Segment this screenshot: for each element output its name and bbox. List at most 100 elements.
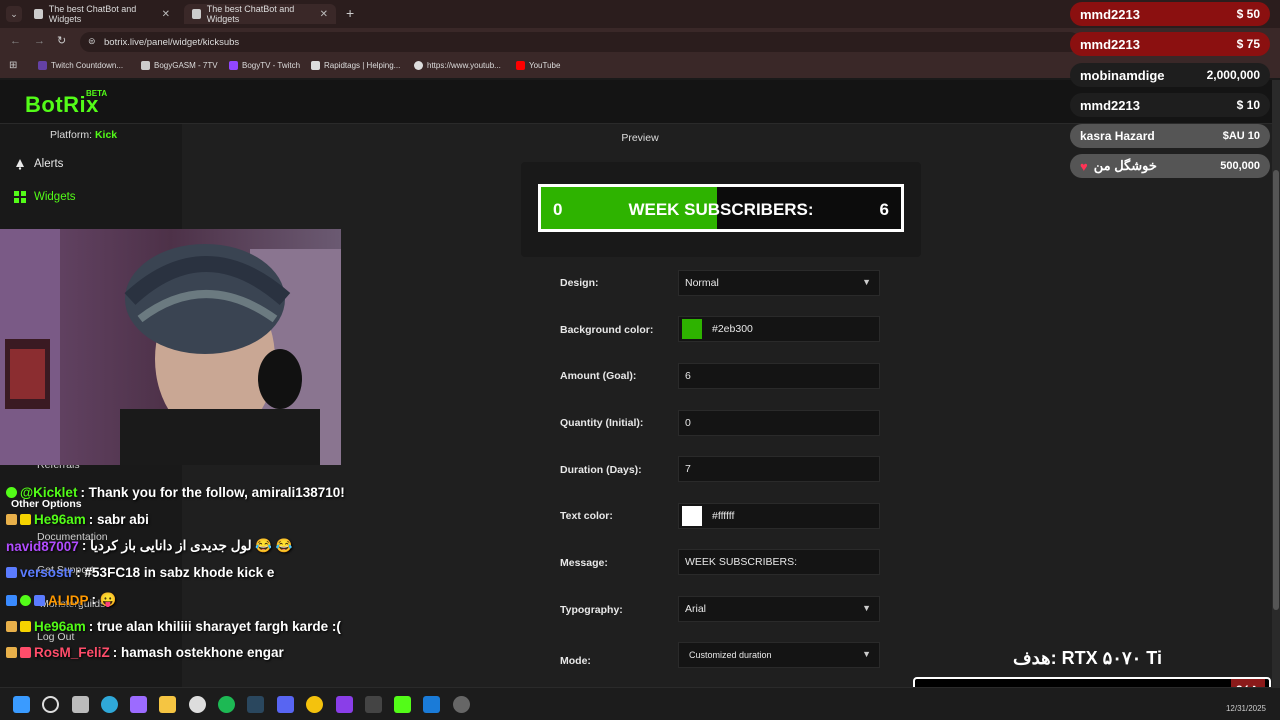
chat-username: ALIDP [48,592,89,608]
back-icon[interactable]: ← [10,35,21,47]
design-select[interactable]: Normal ▼ [678,270,880,296]
text-color-swatch[interactable] [682,506,702,526]
donation-entry: mmd2213 $ 75 [1070,32,1270,56]
new-tab-icon[interactable]: + [346,5,354,21]
sidebar-item-widgets[interactable]: Widgets [14,191,76,203]
windows-start-icon[interactable] [13,696,30,713]
message-input[interactable]: WEEK SUBSCRIBERS: [678,549,880,575]
scrollbar-thumb[interactable] [1273,170,1279,610]
file-explorer-icon[interactable] [159,696,176,713]
quantity-initial-input[interactable]: 0 [678,410,880,436]
chat-text: : sabr abi [88,512,149,527]
donor-name: خوشگل من [1093,158,1157,173]
r-app-icon[interactable] [336,696,353,713]
bookmark-item[interactable]: https://www.youtub... [414,61,501,70]
twitch-icon [229,61,238,70]
background-color-swatch[interactable] [682,319,702,339]
discord-icon[interactable] [277,696,294,713]
bookmark-label: Rapidtags | Helping... [324,61,401,70]
donation-entry: mobinamdige 2,000,000 [1070,63,1270,87]
streamer-webcam-image [0,229,341,465]
duration-days-input[interactable]: 7 [678,456,880,482]
steam-icon[interactable] [247,696,264,713]
chat-message: ALIDP : 😛 [6,592,117,608]
bookmark-label: YouTube [529,61,561,70]
donor-name: mmd2213 [1080,97,1140,113]
g-app-icon[interactable] [365,696,382,713]
bookmark-item[interactable]: YouTube [516,61,560,70]
chat-username: RosM_FeliZ [34,645,110,660]
url-input[interactable]: ⊜ botrix.live/panel/widget/kicksubs [80,32,1080,52]
copilot-icon[interactable] [130,696,147,713]
spotify-icon[interactable] [218,696,235,713]
bookmark-item[interactable]: Twitch Countdown... [38,61,123,70]
bell-icon [16,159,24,170]
chat-username: He96am [34,512,86,527]
7tv-icon [141,61,150,70]
donor-name: mmd2213 [1080,6,1140,22]
sidebar-item-alerts[interactable]: Alerts [14,158,63,170]
amount-goal-input[interactable]: 6 [678,363,880,389]
duration-days-label: Duration (Days): [560,464,642,476]
settings-gear-icon[interactable] [453,696,470,713]
quantity-initial-label: Quantity (Initial): [560,417,644,429]
chat-text: : Thank you for the follow, amirali13871… [80,485,345,500]
message-label: Message: [560,557,608,569]
site-info-icon[interactable]: ⊜ [88,36,96,47]
botrix-favicon-icon [34,9,43,19]
bookmark-label: Twitch Countdown... [51,61,124,70]
typography-select[interactable]: Arial ▼ [678,596,880,622]
duration-days-value: 7 [685,463,691,475]
wordpress-icon[interactable] [189,696,206,713]
donation-amount: $ 10 [1236,98,1260,112]
kick-icon[interactable] [394,696,411,713]
text-color-picker[interactable]: #ffffff [678,503,880,529]
donation-entry: mmd2213 $ 10 [1070,93,1270,117]
check-app-icon[interactable] [423,696,440,713]
donation-amount: 500,000 [1220,160,1260,172]
goal-bar-goal: 6 [879,200,889,219]
tab-title: The best ChatBot and Widgets [48,4,137,24]
subscriber-goal-bar: WEEK SUBSCRIBERS: 0 6 [538,184,904,232]
bookmark-label: BogyGASM - 7TV [154,61,218,70]
mode-select[interactable]: Customized duration ▼ [678,642,880,668]
edge-icon[interactable] [101,696,118,713]
chat-text: : hamash ostekhone engar [112,645,284,660]
bookmark-item[interactable]: Rapidtags | Helping... [311,61,400,70]
chrome-icon[interactable] [306,696,323,713]
task-view-icon[interactable] [72,696,89,713]
search-icon[interactable] [42,696,59,713]
subscriber-badge-icon [6,621,17,632]
widget-icon [14,191,26,203]
background-color-picker[interactable]: #2eb300 [678,316,880,342]
moderator-badge-icon [6,594,17,606]
close-icon[interactable]: ✕ [162,9,170,20]
bookmark-label: BogyTV - Twitch [242,61,301,70]
browser-tab[interactable]: The best ChatBot and Widgets ✕ [26,4,178,24]
donation-entry: kasra Hazard $AU 10 [1070,124,1270,148]
chat-username: navid87007 [6,538,79,554]
message-value: WEEK SUBSCRIBERS: [685,556,798,568]
goal-bar-message: WEEK SUBSCRIBERS: [628,200,814,219]
chat-message: He96am : true alan khiliii sharayet farg… [6,619,341,634]
typography-label: Typography: [560,604,623,616]
bookmark-item[interactable]: BogyTV - Twitch [229,61,300,70]
reload-icon[interactable]: ↻ [57,34,66,47]
forward-icon[interactable]: → [34,35,45,47]
quantity-initial-value: 0 [685,417,691,429]
page-scrollbar[interactable] [1272,80,1280,687]
tab-search-icon[interactable]: ⌄ [6,6,22,22]
chat-message: navid87007 : لول جدیدی از دانایی باز کرد… [6,538,293,554]
chat-message: RosM_FeliZ : hamash ostekhone engar [6,645,284,660]
other-options-label: Other Options [11,498,82,510]
mode-value: Customized duration [689,650,772,660]
subscriber-badge-icon [6,567,17,578]
close-icon[interactable]: ✕ [320,9,328,20]
apps-grid-icon[interactable]: ⊞ [9,60,17,71]
bookmark-item[interactable]: BogyGASM - 7TV [141,61,218,70]
subscriber-badge-icon [6,647,17,658]
botrix-favicon-icon [192,9,201,19]
browser-tab-active[interactable]: The best ChatBot and Widgets ✕ [184,4,336,24]
sidebar-item-label: Widgets [34,191,76,203]
verified-badge-icon [6,487,17,498]
